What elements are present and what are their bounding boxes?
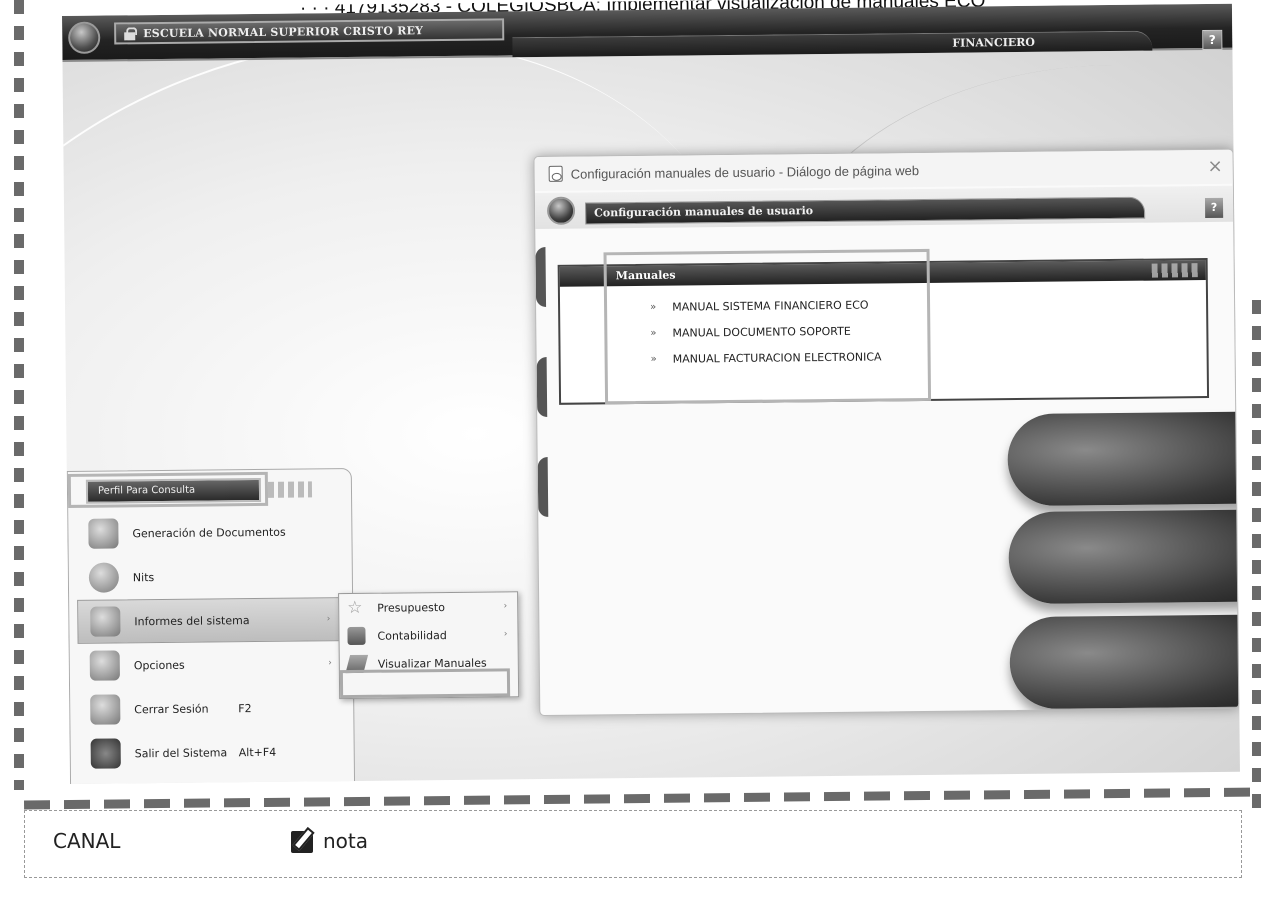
highlight-box — [67, 471, 269, 508]
documents-icon — [88, 518, 119, 549]
menu-item-cerrar-sesion[interactable]: Cerrar Sesión F2 — [78, 685, 346, 732]
menu-item-opciones[interactable]: Opciones › — [78, 641, 346, 688]
lock-icon — [124, 27, 135, 40]
menu-item-generacion-documentos[interactable]: Generación de Documentos — [76, 509, 344, 556]
web-page-icon — [548, 165, 563, 182]
dialog-orb-button[interactable] — [546, 196, 576, 225]
dialog-help-button[interactable]: ? — [1204, 197, 1224, 219]
informes-submenu: ☆ Presupuesto › Contabilidad › Visualiza… — [338, 591, 520, 700]
menu-item-label: Salir del Sistema — [134, 745, 228, 760]
keys-icon — [90, 694, 121, 725]
canal-label: CANAL — [53, 829, 121, 853]
menu-item-salir[interactable]: Salir del Sistema Alt+F4 — [78, 729, 346, 776]
module-name: FINANCIERO — [952, 35, 1036, 50]
menu-item-nits[interactable]: Nits — [77, 553, 345, 600]
frame-right-dashes — [1252, 300, 1261, 820]
note-label[interactable]: nota — [323, 829, 368, 853]
star-outline-icon: ☆ — [347, 597, 363, 619]
chevron-right-icon: › — [503, 629, 508, 640]
chevron-right-icon: › — [328, 658, 332, 669]
menu-item-label: Generación de Documentos — [132, 525, 286, 540]
menu-list: Generación de Documentos Nits Informes d… — [76, 509, 347, 776]
dialog-window-title: Configuración manuales de usuario - Diál… — [570, 162, 920, 182]
submenu-item-label: Presupuesto — [377, 600, 445, 615]
note-bar: CANAL nota — [24, 810, 1242, 878]
menu-item-label: Cerrar Sesión — [134, 702, 209, 716]
frame-bottom-dashes — [23, 787, 1261, 810]
side-tab — [535, 246, 547, 308]
submenu-item-contabilidad[interactable]: Contabilidad › — [339, 620, 517, 650]
close-icon[interactable]: × — [1207, 156, 1222, 177]
app-screenshot: ESCUELA NORMAL SUPERIOR CRISTO REY FINAN… — [62, 3, 1240, 784]
chevron-right-icon: › — [503, 601, 508, 612]
chevron-right-icon: › — [326, 614, 331, 625]
app-topbar: ESCUELA NORMAL SUPERIOR CRISTO REY FINAN… — [62, 3, 1233, 62]
manuals-dialog: Configuración manuales de usuario - Diál… — [533, 148, 1240, 717]
bars-icon — [1151, 263, 1198, 278]
highlight-box — [339, 668, 511, 699]
star-icon — [89, 650, 120, 681]
start-menu: Perfil Para Consulta Generación de Docum… — [66, 467, 356, 784]
help-button[interactable]: ? — [1202, 29, 1223, 51]
printer-icon — [347, 626, 366, 646]
dialog-header-title: Configuración manuales de usuario — [584, 196, 1146, 225]
shortcut-label: Alt+F4 — [238, 745, 277, 759]
menu-item-label: Nits — [132, 570, 155, 584]
dialog-titlebar: Configuración manuales de usuario - Diál… — [534, 149, 1233, 192]
decorative-button-shape — [1009, 614, 1240, 710]
institution-tab[interactable]: ESCUELA NORMAL SUPERIOR CRISTO REY — [114, 18, 505, 45]
menu-item-informes[interactable]: Informes del sistema › — [77, 597, 346, 644]
dialog-header-bar: Configuración manuales de usuario ? — [534, 185, 1234, 230]
menu-item-label: Informes del sistema — [134, 613, 250, 628]
power-icon — [90, 738, 121, 769]
start-orb-button[interactable] — [68, 21, 101, 54]
side-tab — [536, 356, 548, 418]
decorative-button-shape — [1007, 411, 1240, 507]
module-tab — [512, 30, 1153, 58]
bars-icon — [267, 481, 313, 498]
institution-name: ESCUELA NORMAL SUPERIOR CRISTO REY — [143, 23, 424, 40]
highlight-box — [603, 248, 932, 405]
menu-item-label: Opciones — [133, 658, 185, 672]
submenu-item-presupuesto[interactable]: ☆ Presupuesto › — [339, 592, 517, 622]
cube-icon — [90, 606, 121, 637]
people-icon — [88, 562, 120, 593]
frame-left-dashes — [14, 0, 24, 790]
side-tab — [537, 456, 549, 518]
decorative-button-shape — [1008, 509, 1240, 605]
submenu-item-label: Contabilidad — [377, 628, 447, 643]
edit-note-icon — [291, 831, 313, 853]
shortcut-label: F2 — [238, 701, 252, 715]
